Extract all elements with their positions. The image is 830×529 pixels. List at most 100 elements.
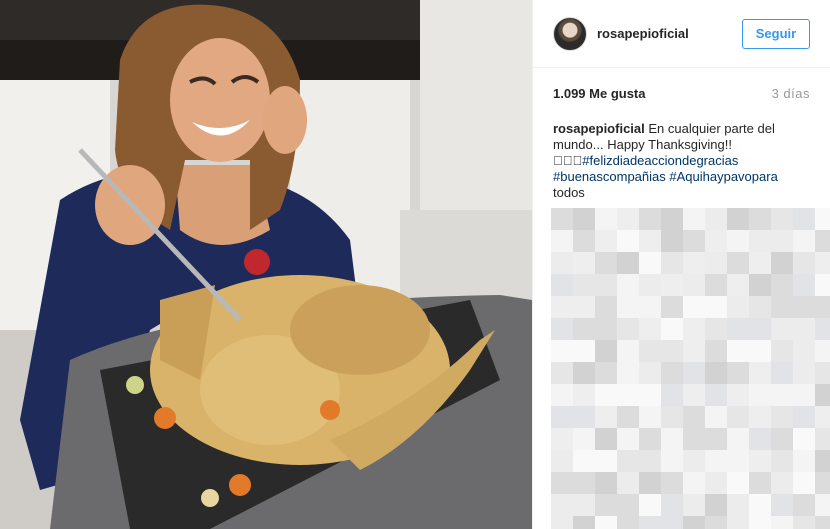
- pixel-block: [617, 428, 639, 450]
- pixel-block: [815, 362, 830, 384]
- pixel-block: [683, 472, 705, 494]
- hashtag[interactable]: #felizdiadeacciondegracias: [582, 153, 738, 168]
- pixel-block: [551, 384, 573, 406]
- pixel-block: [661, 406, 683, 428]
- pixel-block: [639, 340, 661, 362]
- pixel-block: [727, 296, 749, 318]
- pixel-block: [683, 340, 705, 362]
- post-time[interactable]: 3 días: [772, 86, 810, 101]
- pixel-block: [661, 252, 683, 274]
- pixel-block: [617, 472, 639, 494]
- pixel-block: [727, 384, 749, 406]
- pixel-block: [771, 340, 793, 362]
- pixel-block: [749, 318, 771, 340]
- pixel-block: [639, 362, 661, 384]
- pixel-block: [661, 472, 683, 494]
- pixel-block: [705, 428, 727, 450]
- username[interactable]: rosapepioficial: [597, 26, 742, 41]
- pixel-block: [793, 450, 815, 472]
- avatar[interactable]: [553, 16, 587, 51]
- pixel-block: [595, 230, 617, 252]
- pixel-block: [705, 252, 727, 274]
- pixel-block: [727, 450, 749, 472]
- pixel-block: [573, 274, 595, 296]
- pixel-block: [815, 296, 830, 318]
- pixel-block: [727, 406, 749, 428]
- pixel-block: [617, 208, 639, 230]
- pixel-block: [771, 384, 793, 406]
- hashtag[interactable]: #buenascompañias: [553, 169, 666, 184]
- pixel-block: [573, 252, 595, 274]
- pixel-block: [705, 274, 727, 296]
- pixel-block: [595, 340, 617, 362]
- pixel-block: [727, 494, 749, 516]
- pixel-block: [771, 494, 793, 516]
- pixel-block: [683, 406, 705, 428]
- pixel-block: [749, 230, 771, 252]
- pixel-block: [573, 406, 595, 428]
- pixel-block: [749, 428, 771, 450]
- pixel-block: [727, 472, 749, 494]
- pixel-block: [683, 252, 705, 274]
- pixel-block: [705, 296, 727, 318]
- pixel-block: [617, 296, 639, 318]
- pixel-block: [551, 494, 573, 516]
- pixel-block: [683, 384, 705, 406]
- pixel-block: [639, 406, 661, 428]
- pixel-block: [661, 340, 683, 362]
- pixel-block: [617, 340, 639, 362]
- pixel-block: [749, 516, 771, 529]
- pixel-block: [793, 296, 815, 318]
- pixel-block: [551, 208, 573, 230]
- pixel-block: [793, 472, 815, 494]
- pixel-block: [771, 428, 793, 450]
- pixel-block: [595, 516, 617, 529]
- pixel-block: [573, 384, 595, 406]
- pixel-block: [815, 472, 830, 494]
- pixel-block: [639, 318, 661, 340]
- pixel-block: [771, 296, 793, 318]
- pixel-block: [617, 384, 639, 406]
- post-photo[interactable]: [0, 0, 532, 529]
- pixel-block: [551, 362, 573, 384]
- pixel-block: [661, 494, 683, 516]
- pixel-block: [793, 252, 815, 274]
- pixel-block: [661, 450, 683, 472]
- pixel-block: [727, 340, 749, 362]
- pixel-block: [749, 384, 771, 406]
- pixel-block: [815, 450, 830, 472]
- pixel-block: [727, 318, 749, 340]
- pixel-block: [705, 340, 727, 362]
- pixel-block: [617, 252, 639, 274]
- pixel-block: [683, 296, 705, 318]
- follow-button[interactable]: Seguir: [742, 18, 810, 49]
- pixel-block: [573, 472, 595, 494]
- pixel-block: [815, 208, 830, 230]
- pixel-block: [595, 274, 617, 296]
- pixel-block: [595, 208, 617, 230]
- hashtag[interactable]: #Aquihaypavopara: [669, 169, 777, 184]
- likes-count[interactable]: 1.099 Me gusta: [553, 86, 646, 101]
- pixel-block: [617, 318, 639, 340]
- pixel-block: [815, 516, 830, 529]
- pixel-block: [595, 318, 617, 340]
- pixel-block: [617, 450, 639, 472]
- pixel-block: [771, 318, 793, 340]
- pixel-block: [573, 208, 595, 230]
- pixel-block: [815, 340, 830, 362]
- pixel-block: [573, 516, 595, 529]
- pixel-block: [639, 208, 661, 230]
- pixel-block: [639, 384, 661, 406]
- pixel-block: [771, 450, 793, 472]
- caption-username[interactable]: rosapepioficial: [553, 121, 645, 136]
- pixel-block: [617, 362, 639, 384]
- pixel-block: [551, 516, 573, 529]
- pixel-block: [727, 516, 749, 529]
- pixel-block: [551, 340, 573, 362]
- pixel-block: [683, 494, 705, 516]
- pixel-block: [661, 516, 683, 529]
- pixel-block: [705, 494, 727, 516]
- pixel-block: [771, 230, 793, 252]
- pixel-block: [551, 450, 573, 472]
- pixel-block: [815, 494, 830, 516]
